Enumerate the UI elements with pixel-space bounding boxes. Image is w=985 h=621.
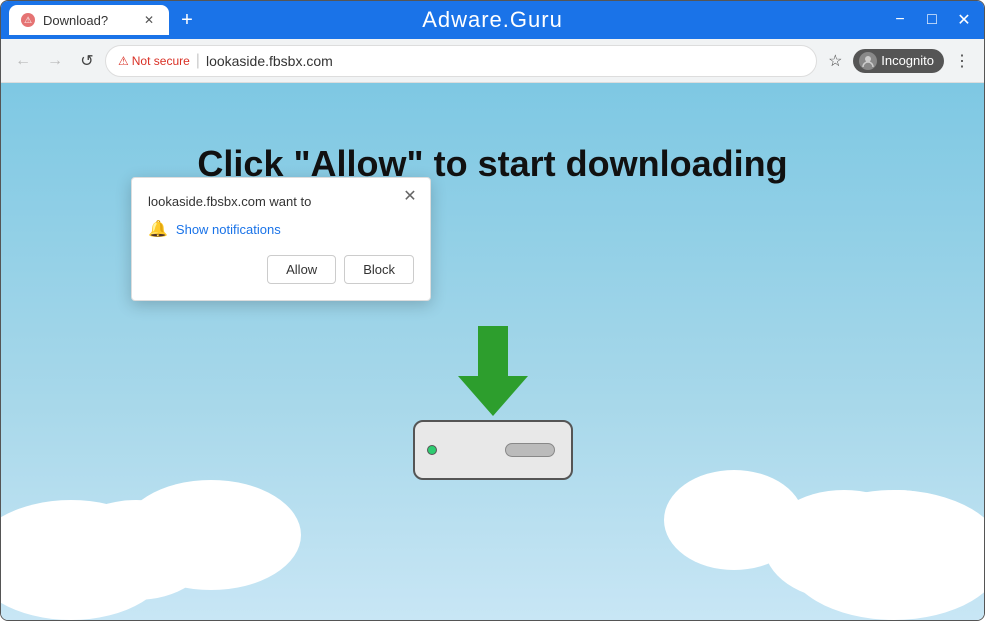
maximize-button[interactable]: □ [920, 8, 944, 32]
minimize-button[interactable]: − [888, 8, 912, 32]
download-graphic [413, 326, 573, 480]
incognito-indicator: Incognito [853, 49, 944, 73]
tab-close-button[interactable]: ✕ [141, 12, 157, 28]
popup-close-button[interactable]: ✕ [400, 186, 420, 206]
cloud-7 [664, 470, 804, 570]
show-notifications-link[interactable]: Show notifications [176, 222, 281, 237]
url-text: lookaside.fbsbx.com [206, 53, 333, 69]
security-indicator: ⚠ Not secure [118, 54, 190, 68]
browser-menu-button[interactable]: ⋮ [948, 47, 976, 75]
browser-window: ⚠ Download? ✕ + Adware.Guru − □ ✕ [0, 0, 985, 621]
close-window-button[interactable]: ✕ [952, 8, 976, 32]
forward-button[interactable]: → [41, 47, 69, 75]
allow-button[interactable]: Allow [267, 255, 336, 284]
title-bar: ⚠ Download? ✕ + Adware.Guru − □ ✕ [1, 1, 984, 39]
site-branding: Adware.Guru [422, 7, 563, 33]
hard-drive-icon [413, 420, 573, 480]
address-bar: ← → ↺ ⚠ Not secure | lookaside.fbsbx.com… [1, 39, 984, 83]
hd-slot [505, 443, 555, 457]
cloud-3 [121, 480, 301, 590]
bell-icon: 🔔 [148, 219, 168, 239]
incognito-icon [859, 52, 877, 70]
hd-led [427, 445, 437, 455]
incognito-label: Incognito [881, 53, 934, 68]
block-button[interactable]: Block [344, 255, 414, 284]
tab-title: Download? [43, 13, 108, 28]
back-button[interactable]: ← [9, 47, 37, 75]
divider: | [196, 52, 200, 70]
browser-tab[interactable]: ⚠ Download? ✕ [9, 5, 169, 35]
notification-popup: ✕ lookaside.fbsbx.com want to 🔔 Show not… [131, 177, 431, 301]
window-controls: − □ ✕ [888, 8, 976, 32]
arrow-head [458, 376, 528, 416]
clouds-decoration [1, 460, 984, 620]
cloud-6 [834, 490, 964, 580]
arrow-shaft [478, 326, 508, 376]
main-content: Click "Allow" to start downloading ✕ loo… [1, 83, 984, 620]
bookmark-button[interactable]: ☆ [821, 47, 849, 75]
tab-favicon: ⚠ [21, 13, 35, 27]
popup-title: lookaside.fbsbx.com want to [148, 194, 414, 209]
popup-action-buttons: Allow Block [148, 255, 414, 284]
new-tab-button[interactable]: + [173, 6, 201, 34]
url-bar[interactable]: ⚠ Not secure | lookaside.fbsbx.com [105, 45, 817, 77]
reload-button[interactable]: ↺ [73, 47, 101, 75]
popup-notification-row: 🔔 Show notifications [148, 219, 414, 239]
